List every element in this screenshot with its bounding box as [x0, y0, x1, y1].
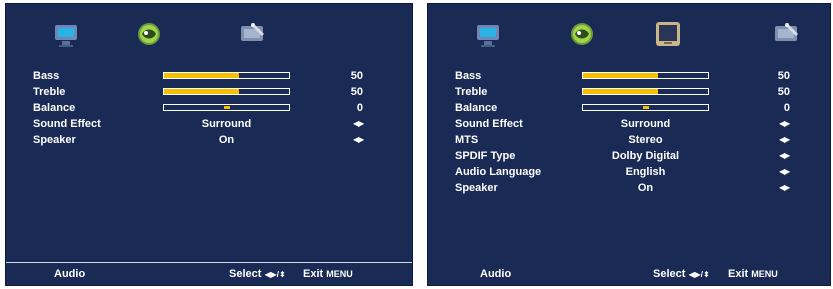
left-right-arrows-icon[interactable]: ◀▶	[779, 164, 790, 180]
picture-icon[interactable]	[46, 14, 86, 54]
setup-icon[interactable]	[232, 14, 272, 54]
menu-row-bass[interactable]: Bass 50	[33, 68, 412, 84]
select-hint: Select ◀▶/⬍	[229, 268, 286, 280]
left-right-arrows-icon[interactable]: ◀▶	[353, 132, 364, 148]
left-right-arrows-icon[interactable]: ◀▶	[779, 180, 790, 196]
menu-footer: Audio Select ◀▶/⬍ Exit MENU	[428, 263, 830, 285]
row-label: Bass	[33, 70, 60, 82]
setup-icon[interactable]	[766, 14, 806, 54]
sound-icon[interactable]	[562, 14, 602, 54]
nav-arrows-icon: ◀▶/⬍	[264, 270, 286, 279]
row-label: Sound Effect	[33, 118, 101, 130]
menu-row-mts[interactable]: MTS Stereo ◀▶	[455, 132, 830, 148]
menu-row-sound-effect[interactable]: Sound Effect Surround ◀▶	[455, 116, 830, 132]
row-value: 50	[350, 86, 363, 98]
slider-fill	[164, 73, 239, 78]
row-label: Bass	[455, 70, 482, 82]
menu-footer: Audio Select ◀▶/⬍ Exit MENU	[6, 262, 412, 285]
row-value: 0	[356, 102, 363, 114]
level-slider[interactable]	[163, 88, 290, 95]
exit-hint: Exit MENU	[728, 268, 778, 280]
audio-menu-left: Bass 50 Treble 50 Balance 0 Sound Effect Surrou…	[5, 3, 413, 286]
slider-fill	[583, 73, 658, 78]
menu-row-spdif-type[interactable]: SPDIF Type Dolby Digital ◀▶	[455, 148, 830, 164]
left-right-arrows-icon[interactable]: ◀▶	[779, 148, 790, 164]
row-option-value: On	[218, 134, 235, 146]
picture-icon[interactable]	[468, 14, 508, 54]
menu-icon-bar	[428, 14, 830, 54]
menu-icon-bar	[6, 14, 412, 54]
balance-slider[interactable]	[582, 104, 709, 111]
menu-row-treble[interactable]: Treble 50	[33, 84, 412, 100]
nav-arrows-icon: ◀▶/⬍	[688, 270, 710, 279]
balance-marker	[643, 106, 649, 109]
row-option-value: English	[625, 166, 666, 178]
row-option-value: Dolby Digital	[611, 150, 680, 162]
menu-row-sound-effect[interactable]: Sound Effect Surround ◀▶	[33, 116, 412, 132]
left-right-arrows-icon[interactable]: ◀▶	[779, 132, 790, 148]
row-label: MTS	[455, 134, 479, 146]
row-value: 0	[783, 102, 790, 114]
row-label: Treble	[33, 86, 66, 98]
sound-icon[interactable]	[129, 14, 169, 54]
row-option-value: Surround	[620, 118, 671, 130]
select-hint: Select ◀▶/⬍	[653, 268, 710, 280]
audio-menu-right: Bass 50 Treble 50 Balance 0 Sound Effect Surrou…	[427, 3, 831, 286]
menu-row-speaker[interactable]: Speaker On ◀▶	[455, 180, 830, 196]
level-slider[interactable]	[582, 72, 709, 79]
audio-settings-list: Bass 50 Treble 50 Balance 0 Sound Effect Surrou…	[455, 68, 830, 196]
balance-marker	[224, 106, 230, 109]
level-slider[interactable]	[163, 72, 290, 79]
slider-fill	[164, 89, 239, 94]
row-option-value: On	[637, 182, 654, 194]
row-option-value: Stereo	[628, 134, 663, 146]
menu-row-audio-language[interactable]: Audio Language English ◀▶	[455, 164, 830, 180]
audio-settings-list: Bass 50 Treble 50 Balance 0 Sound Effect Surrou…	[33, 68, 412, 148]
row-label: SPDIF Type	[455, 150, 516, 162]
balance-slider[interactable]	[163, 104, 290, 111]
left-right-arrows-icon[interactable]: ◀▶	[779, 116, 790, 132]
row-option-value: Surround	[201, 118, 252, 130]
row-label: Treble	[455, 86, 488, 98]
menu-title: Audio	[480, 268, 512, 280]
tv-channel-icon[interactable]	[648, 14, 688, 54]
row-label: Speaker	[33, 134, 76, 146]
row-label: Audio Language	[455, 166, 542, 178]
menu-row-speaker[interactable]: Speaker On ◀▶	[33, 132, 412, 148]
menu-row-bass[interactable]: Bass 50	[455, 68, 830, 84]
row-value: 50	[350, 70, 363, 82]
row-value: 50	[777, 70, 790, 82]
row-label: Balance	[455, 102, 498, 114]
menu-row-balance[interactable]: Balance 0	[455, 100, 830, 116]
row-value: 50	[777, 86, 790, 98]
row-label: Sound Effect	[455, 118, 523, 130]
slider-fill	[583, 89, 658, 94]
row-label: Speaker	[455, 182, 498, 194]
exit-hint: Exit MENU	[303, 268, 353, 280]
menu-title: Audio	[54, 268, 86, 280]
level-slider[interactable]	[582, 88, 709, 95]
row-label: Balance	[33, 102, 76, 114]
menu-row-balance[interactable]: Balance 0	[33, 100, 412, 116]
menu-row-treble[interactable]: Treble 50	[455, 84, 830, 100]
left-right-arrows-icon[interactable]: ◀▶	[353, 116, 364, 132]
